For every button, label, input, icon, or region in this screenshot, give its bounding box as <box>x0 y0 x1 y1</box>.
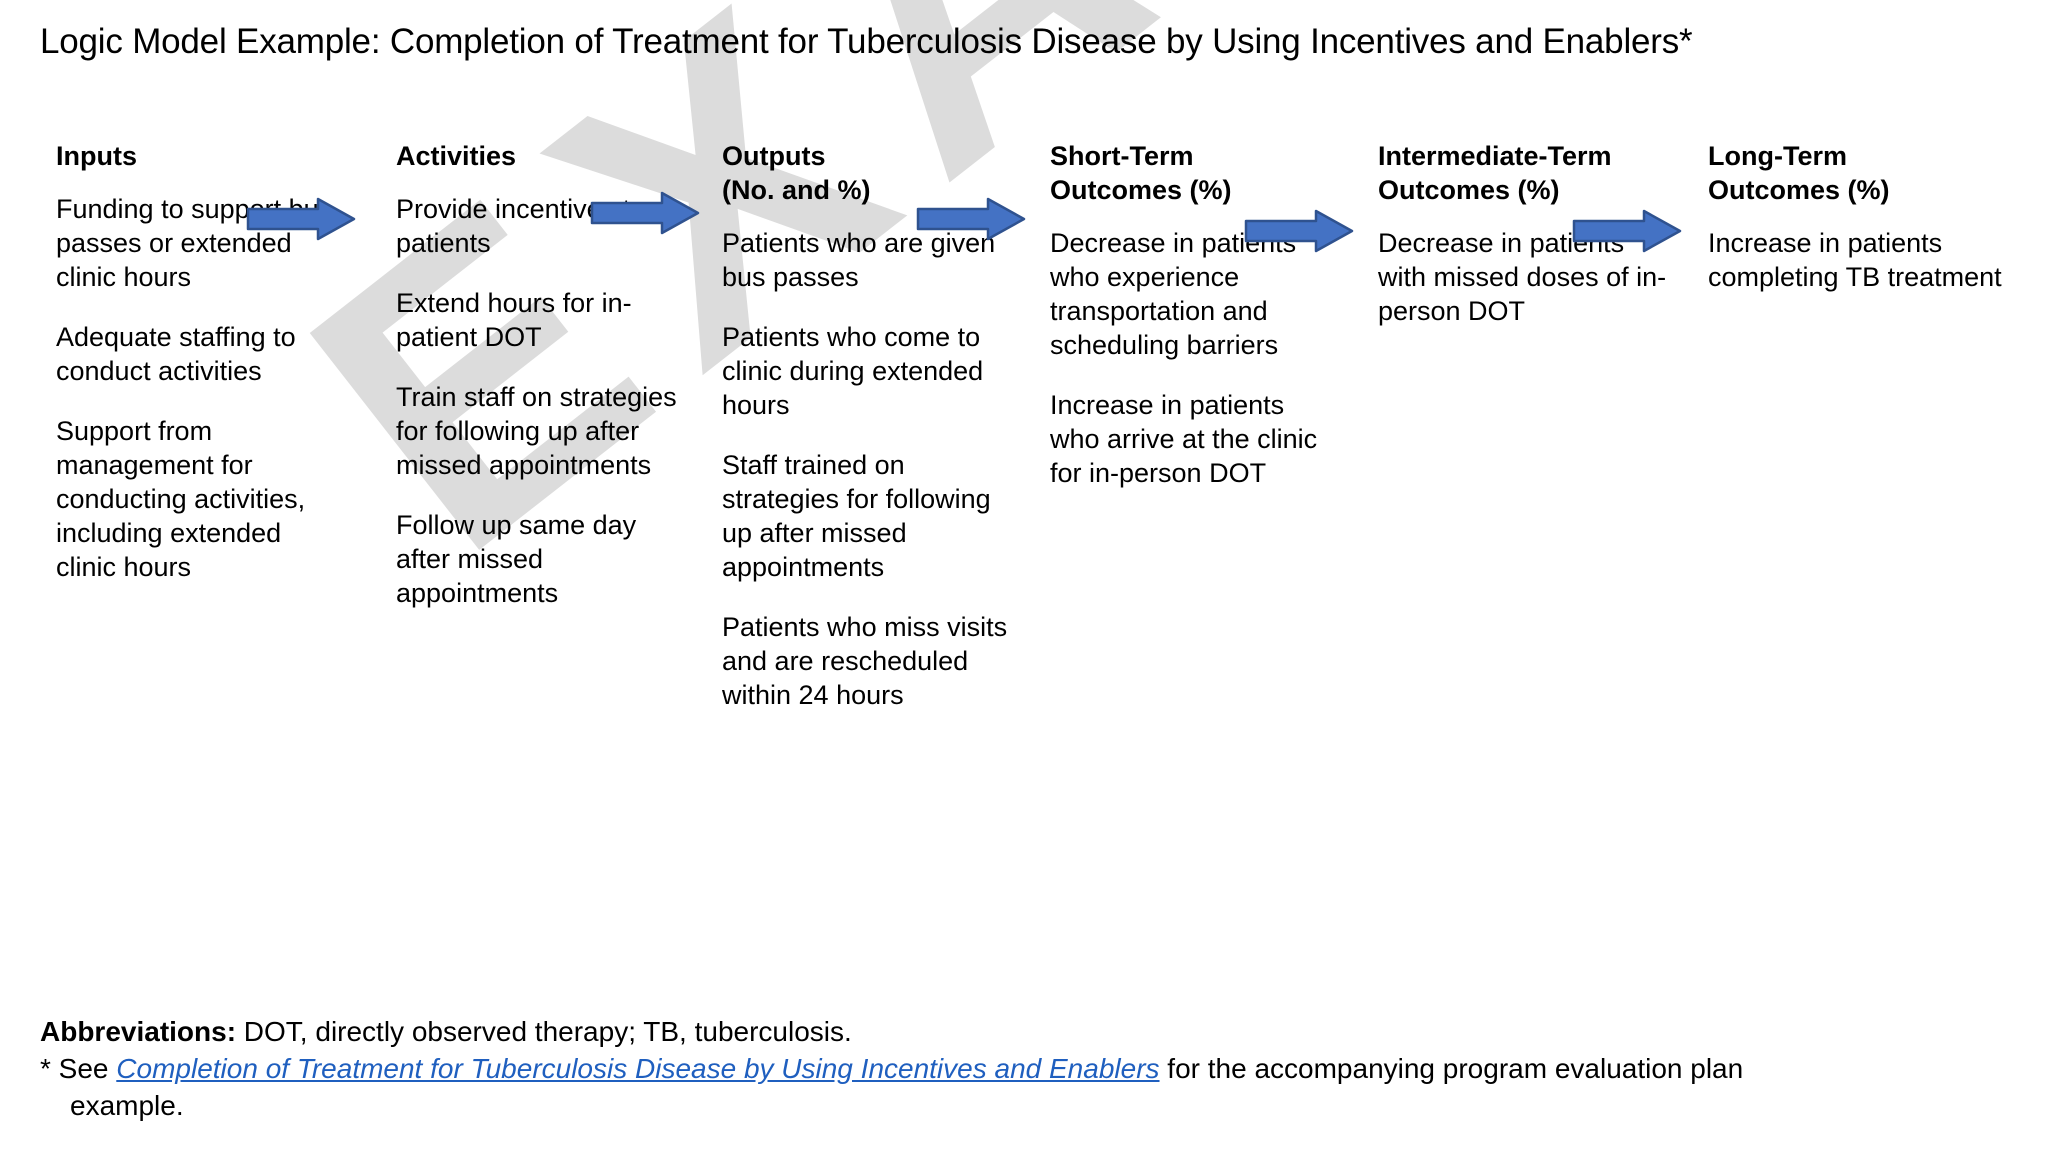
abbreviations-line: Abbreviations: DOT, directly observed th… <box>40 1013 2030 1050</box>
arrow-right-icon <box>1244 209 1354 253</box>
column-header-inputs: Inputs <box>56 140 341 174</box>
abbreviations-label: Abbreviations: <box>40 1016 237 1047</box>
column-body-long-term-outcomes: Increase in patients completing TB treat… <box>1708 226 2008 294</box>
column-header-long-term-outcomes: Long-Term Outcomes (%) <box>1708 140 2008 208</box>
column-short-term-outcomes: Short-Term Outcomes (%) Decrease in pati… <box>1050 140 1340 516</box>
source-note-prefix: * See <box>40 1053 117 1085</box>
column-header-activities: Activities <box>396 140 686 174</box>
column-long-term-outcomes: Long-Term Outcomes (%) Increase in patie… <box>1708 140 2008 320</box>
source-note-line2: example. <box>70 1090 184 1122</box>
list-item: Patients who come to clinic during exten… <box>722 321 984 420</box>
list-item: Support from management for conducting a… <box>56 415 306 582</box>
source-note-link[interactable]: Completion of Treatment for Tuberculosis… <box>116 1053 1159 1084</box>
list-item: Increase in patients completing TB treat… <box>1708 227 2002 292</box>
arrow-right-icon <box>916 197 1026 241</box>
column-body-inputs: Funding to support bus passes or extende… <box>56 192 341 584</box>
column-body-outputs: Patients who are given bus passes Patien… <box>722 226 1012 712</box>
list-item: Staff trained on strategies for followin… <box>722 449 991 582</box>
list-item: Follow up same day after missed appointm… <box>396 509 637 608</box>
column-header-line1: Intermediate-Term <box>1378 141 1612 171</box>
column-header-line2: Outcomes (%) <box>1708 174 1890 205</box>
list-item: Increase in patients who arrive at the c… <box>1050 389 1318 488</box>
list-item: Extend hours for in-patient DOT <box>396 287 632 352</box>
column-header-line1: Short-Term <box>1050 141 1194 171</box>
footnotes: Abbreviations: DOT, directly observed th… <box>40 1013 2030 1125</box>
list-item: Adequate staffing to conduct activities <box>56 321 296 386</box>
column-header-intermediate-term-outcomes: Intermediate-Term Outcomes (%) <box>1378 140 1668 208</box>
column-header-line1: Outputs <box>722 141 826 171</box>
column-header-line2: Outcomes (%) <box>1050 174 1232 205</box>
column-header-short-term-outcomes: Short-Term Outcomes (%) <box>1050 140 1340 208</box>
list-item: Train staff on strategies for following … <box>396 381 677 480</box>
column-header-line1: Inputs <box>56 141 137 171</box>
column-header-line1: Activities <box>396 141 517 171</box>
column-body-activities: Provide incentives to patients Extend ho… <box>396 192 686 610</box>
column-body-short-term-outcomes: Decrease in patients who experience tran… <box>1050 226 1340 490</box>
arrow-right-icon <box>1572 209 1682 253</box>
source-note-line: * See Completion of Treatment for Tuberc… <box>40 1050 2030 1087</box>
arrow-right-icon <box>246 197 356 241</box>
page-title: Logic Model Example: Completion of Treat… <box>40 22 1693 61</box>
column-header-line2: Outcomes (%) <box>1378 174 1560 205</box>
abbreviations-text: DOT, directly observed therapy; TB, tube… <box>236 1016 852 1047</box>
arrow-right-icon <box>590 191 700 235</box>
logic-model-slide: EXAMPLE Logic Model Example: Completion … <box>0 0 2048 1152</box>
column-header-line1: Long-Term <box>1708 141 1847 171</box>
source-note-suffix: for the accompanying program evaluation … <box>1159 1053 1744 1085</box>
list-item: Patients who miss visits and are resched… <box>722 611 1008 710</box>
